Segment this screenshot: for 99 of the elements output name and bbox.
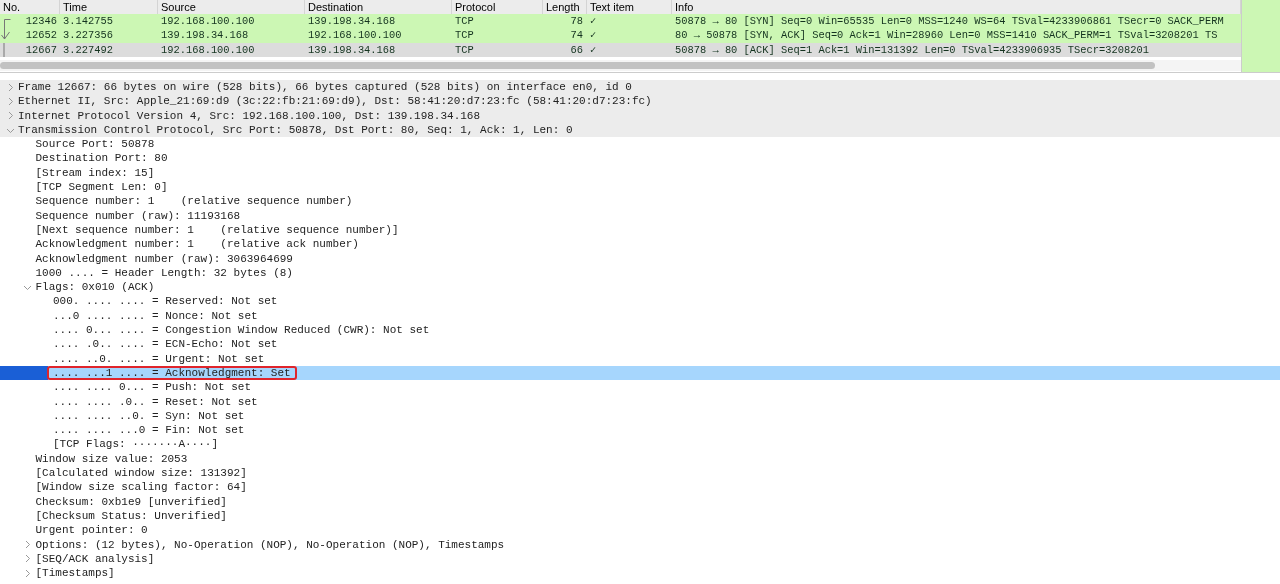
field-text: .... .... ..0. = Syn: Not set	[53, 408, 245, 424]
table-cell-text: 192.168.100.100	[160, 14, 256, 29]
tree-row[interactable]: .... .... 0... = Push: Not set	[0, 380, 1280, 395]
chevron-right-icon[interactable]	[23, 568, 32, 578]
field-text: Sequence number (raw): 11193168	[35, 208, 241, 223]
field-text: [Window size scaling factor: 64]	[35, 480, 247, 495]
tree-row[interactable]: [TCP Segment Len: 0]	[0, 180, 1280, 195]
tree-row[interactable]: Sequence number: 1 (relative sequence number)	[0, 194, 1280, 209]
field-text: Internet Protocol Version 4, Src: 192.168.100.100, Dst: 139.198.34.168	[18, 108, 481, 123]
table-cell-text: 139.198.34.168	[307, 42, 397, 58]
table-cell-text: 50878 → 80 [ACK] Seq=1 Ack=1 Win=131392 Len=0 TSval=4233906935 TSecr=3208201	[674, 42, 1150, 58]
table-cell-text: 78	[569, 14, 584, 29]
table-cell-text: ✓	[589, 28, 598, 43]
field-text: [Timestamps]	[35, 566, 115, 581]
field-text: Options: (12 bytes), No-Operation (NOP), No-Operation (NOP), Timestamps	[35, 537, 505, 552]
field-text: [TCP Segment Len: 0]	[35, 180, 168, 195]
table-cell-text: 139.198.34.168	[160, 28, 250, 43]
tree-row[interactable]: .... ...1 .... = Acknowledgment: Set	[0, 365, 1280, 381]
tree-row[interactable]: .... .... ..0. = Syn: Not set	[0, 408, 1280, 424]
tree-row[interactable]: [Checksum Status: Unverified]	[0, 508, 1280, 524]
tree-row[interactable]: ...0 .... .... = Nonce: Not set	[0, 308, 1280, 324]
field-text: .... ...1 .... = Acknowledgment: Set	[47, 365, 297, 381]
table-cell-text: 192.168.100.100	[307, 28, 403, 43]
field-text: Source Port: 50878	[35, 137, 155, 152]
table-cell-text: 12652	[24, 28, 58, 43]
tree-row[interactable]: Acknowledgment number (raw): 3063964699	[0, 251, 1280, 266]
tree-row[interactable]: Ethernet II, Src: Apple_21:69:d9 (3c:22:fb:21:69:d9), Dst: 58:41:20:d7:23:fc (58:41:20:d7:23:fc)	[0, 94, 1280, 109]
table-cell-text: TCP	[454, 14, 475, 29]
packet-minimap[interactable]	[1241, 0, 1280, 72]
field-text: Window size value: 2053	[35, 451, 188, 466]
field-text: Urgent pointer: 0	[35, 523, 148, 538]
table-cell-text: ✓	[589, 42, 598, 58]
field-text: [Stream index: 15]	[35, 165, 155, 181]
table-cell-text: 12346	[24, 14, 58, 29]
packet-row[interactable]: 12346 3.142755 192.168.100.100 139.198.34.168 TCP 78 ✓ 50878 → 80 [SYN] Seq=0 Win=65535 Len=0 MSS=1240 WS=64 TSval=4233906861 TSecr=0 SACK_PERM	[0, 14, 1241, 29]
tree-row[interactable]: Checksum: 0xb1e9 [unverified]	[0, 494, 1280, 509]
tree-row[interactable]: Urgent pointer: 0	[0, 523, 1280, 538]
table-cell-text: 66	[569, 42, 584, 58]
table-cell-text: TCP	[454, 28, 475, 43]
tree-row[interactable]: .... 0... .... = Congestion Window Reduced (CWR): Not set	[0, 323, 1280, 338]
packet-row[interactable]: 12652 3.227356 139.198.34.168 192.168.100.100 TCP 74 ✓ 80 → 50878 [SYN, ACK] Seq=0 Ack=1 Win=28960 Len=0 MSS=1410 SACK_PERM=1 TSval=3208201 TS	[0, 28, 1241, 43]
chevron-right-icon[interactable]	[23, 554, 32, 564]
field-text: Flags: 0x010 (ACK)	[35, 280, 155, 295]
tree-row[interactable]: [Calculated window size: 131392]	[0, 466, 1280, 481]
chevron-right-icon[interactable]	[23, 540, 32, 550]
tree-row[interactable]: .... .... .0.. = Reset: Not set	[0, 394, 1280, 409]
tree-row[interactable]: Acknowledgment number: 1 (relative ack number)	[0, 237, 1280, 252]
tree-row[interactable]: Frame 12667: 66 bytes on wire (528 bits), 66 bytes captured (528 bits) on interface en0, id 0	[0, 80, 1280, 95]
tree-row[interactable]: Source Port: 50878	[0, 137, 1280, 152]
field-text: .... ..0. .... = Urgent: Not set	[53, 351, 265, 366]
field-text: ...0 .... .... = Nonce: Not set	[53, 308, 258, 324]
table-cell-text: 139.198.34.168	[307, 14, 397, 29]
field-text: [Checksum Status: Unverified]	[35, 508, 227, 524]
field-text: [Next sequence number: 1 (relative sequence number)]	[35, 222, 399, 238]
field-text: Ethernet II, Src: Apple_21:69:d9 (3c:22:fb:21:69:d9), Dst: 58:41:20:d7:23:fc (58:41:20:d7:23:fc)	[18, 94, 652, 109]
field-text: Transmission Control Protocol, Src Port: 50878, Dst Port: 80, Seq: 1, Ack: 1, Len: 0	[18, 122, 573, 138]
tree-row[interactable]: [Stream index: 15]	[0, 165, 1280, 181]
tree-row[interactable]: [Window size scaling factor: 64]	[0, 480, 1280, 495]
tree-row[interactable]: [Timestamps]	[0, 566, 1280, 581]
tree-row[interactable]: Window size value: 2053	[0, 451, 1280, 466]
field-text: 000. .... .... = Reserved: Not set	[53, 294, 278, 309]
field-text: Frame 12667: 66 bytes on wire (528 bits), 66 bytes captured (528 bits) on interface en0, id 0	[18, 80, 632, 95]
field-text: [Calculated window size: 131392]	[35, 466, 247, 481]
tree-row[interactable]: 1000 .... = Header Length: 32 bytes (8)	[0, 265, 1280, 281]
field-text: [SEQ/ACK analysis]	[35, 551, 155, 567]
tree-row[interactable]: .... .... ...0 = Fin: Not set	[0, 423, 1280, 438]
tree-row[interactable]: Destination Port: 80	[0, 151, 1280, 166]
field-text: [TCP Flags: ·······A····]	[53, 437, 219, 452]
tree-row[interactable]: 000. .... .... = Reserved: Not set	[0, 294, 1280, 309]
field-text: Acknowledgment number (raw): 3063964699	[35, 251, 293, 266]
tree-row[interactable]: Flags: 0x010 (ACK)	[0, 280, 1280, 295]
table-cell-text: 80 → 50878 [SYN, ACK] Seq=0 Ack=1 Win=28960 Len=0 MSS=1410 SACK_PERM=1 TSval=3208201 TS	[674, 28, 1219, 43]
field-text: .... .... .0.. = Reset: Not set	[53, 394, 258, 409]
field-text: .... .0.. .... = ECN-Echo: Not set	[53, 337, 278, 352]
horizontal-scrollbar[interactable]	[0, 60, 1241, 72]
table-cell-text: 74	[569, 28, 584, 43]
table-cell-text: 192.168.100.100	[160, 42, 256, 58]
table-cell-text: 3.142755	[62, 14, 114, 29]
tree-row[interactable]: Options: (12 bytes), No-Operation (NOP), No-Operation (NOP), Timestamps	[0, 537, 1280, 552]
tree-row[interactable]: .... ..0. .... = Urgent: Not set	[0, 351, 1280, 366]
table-cell-text: 12667	[24, 42, 58, 58]
field-text: .... .... ...0 = Fin: Not set	[53, 423, 245, 438]
field-text: 1000 .... = Header Length: 32 bytes (8)	[35, 265, 293, 281]
tree-row[interactable]: [TCP Flags: ·······A····]	[0, 437, 1280, 452]
field-text: Acknowledgment number: 1 (relative ack number)	[35, 237, 359, 252]
field-text: .... .... 0... = Push: Not set	[53, 380, 252, 395]
table-cell-text: TCP	[454, 42, 475, 58]
field-text: .... 0... .... = Congestion Window Reduced (CWR): Not set	[53, 323, 430, 338]
table-cell-text: 3.227356	[62, 28, 114, 43]
field-text: Destination Port: 80	[35, 151, 168, 166]
table-cell-text: 50878 → 80 [SYN] Seq=0 Win=65535 Len=0 MSS=1240 WS=64 TSval=4233906861 TSecr=0 SACK_PERM	[674, 14, 1225, 29]
table-cell-text: ✓	[589, 14, 598, 29]
field-text: Checksum: 0xb1e9 [unverified]	[35, 494, 227, 509]
tree-row[interactable]: .... .0.. .... = ECN-Echo: Not set	[0, 337, 1280, 352]
table-cell-text: 3.227492	[62, 42, 114, 58]
tree-row[interactable]: [SEQ/ACK analysis]	[0, 551, 1280, 567]
tree-row[interactable]: Sequence number (raw): 11193168	[0, 208, 1280, 223]
tree-row[interactable]: [Next sequence number: 1 (relative sequence number)]	[0, 222, 1280, 238]
field-text: Sequence number: 1 (relative sequence number)	[35, 194, 353, 209]
